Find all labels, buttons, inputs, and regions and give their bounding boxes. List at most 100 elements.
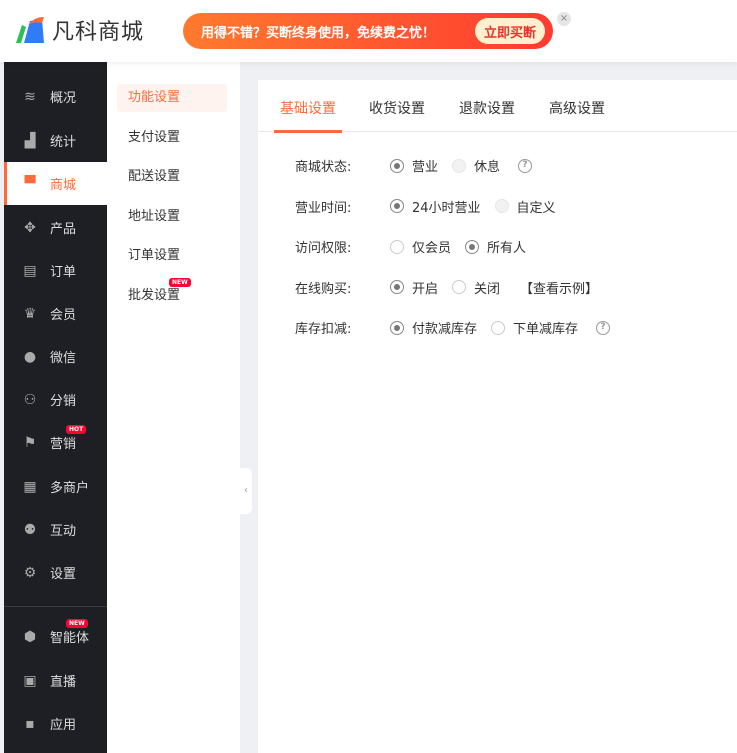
- radio-option[interactable]: 开启: [390, 278, 438, 297]
- sidebar-item-label: 智能体: [50, 631, 90, 646]
- users-icon: ⚇: [23, 391, 37, 408]
- radio-label: 营业: [412, 160, 439, 175]
- sidebar-item[interactable]: ⚇ 分销: [4, 378, 107, 421]
- sidebar-divider: [4, 606, 107, 607]
- radio-label: 开启: [412, 281, 439, 297]
- form-label: 营业时间:: [295, 200, 352, 216]
- view-example-link[interactable]: 【查看示例】: [520, 278, 598, 297]
- radio-button[interactable]: [465, 239, 480, 254]
- sidebar-item-label: 多商户: [50, 481, 90, 496]
- submenu-item[interactable]: 地址设置: [117, 203, 227, 231]
- top-bar: 凡科商城 用得不错？买断终身使用，免续费之忧！ 立即买断 ×: [0, 0, 737, 62]
- sidebar-item[interactable]: ⬢ 智能体 NEW: [4, 615, 107, 658]
- submenu-item[interactable]: 配送设置: [117, 163, 227, 191]
- radio-button[interactable]: [452, 280, 467, 294]
- radio-option[interactable]: 仅会员: [390, 237, 451, 256]
- sidebar-item[interactable]: ✥ 产品: [4, 206, 107, 249]
- radio-option[interactable]: 所有人: [465, 237, 526, 256]
- sidebar-item-label: 会员: [50, 308, 77, 323]
- cube-icon: ⬢: [23, 628, 37, 645]
- radio-option[interactable]: 关闭: [452, 278, 500, 297]
- badge-new: NEW: [169, 277, 191, 287]
- sidebar-item[interactable]: ● 微信: [4, 335, 107, 378]
- radio-label: 关闭: [474, 281, 501, 297]
- radio-button[interactable]: [390, 158, 404, 173]
- sidebar-item-label: 统计: [50, 135, 77, 150]
- sidebar-item-label: 互动: [50, 524, 77, 539]
- sidebar-item[interactable]: ▦ 多商户: [4, 465, 107, 508]
- submenu-item[interactable]: 批发设置 NEW: [117, 277, 227, 310]
- radio-button[interactable]: [491, 320, 506, 335]
- sidebar-item[interactable]: ⚙ 设置: [4, 551, 107, 594]
- submenu-item-label: 支付设置: [128, 129, 181, 145]
- submenu-item-label: 配送设置: [128, 169, 181, 184]
- radio-button[interactable]: [390, 199, 404, 213]
- tab[interactable]: 高级设置: [549, 98, 605, 118]
- radio-button[interactable]: [390, 239, 404, 254]
- tab[interactable]: 收货设置: [369, 98, 425, 118]
- submenu: 功能设置支付设置配送设置地址设置订单设置批发设置 NEW: [107, 62, 240, 753]
- sidebar-item[interactable]: ▀ 商城: [4, 162, 107, 205]
- sidebar-item-label: 直播: [50, 675, 77, 690]
- form-label: 库存扣减:: [295, 322, 352, 337]
- promo-banner[interactable]: 用得不错？买断终身使用，免续费之忧！ 立即买断: [183, 13, 553, 49]
- clipboard-icon: ▤: [23, 262, 37, 279]
- submenu-item-label: 功能设置: [128, 90, 181, 105]
- people-icon: ⚉: [23, 521, 37, 538]
- tabs: 基础设置 收货设置 退款设置 高级设置: [258, 80, 737, 133]
- sidebar-item[interactable]: ▪ 应用: [4, 702, 107, 745]
- sidebar-item-label: 营销: [50, 437, 77, 452]
- sidebar-item-label: 商城: [50, 178, 77, 193]
- grid-icon: ✥: [24, 219, 36, 236]
- radio-option[interactable]: 24小时营业: [390, 197, 481, 216]
- sidebar-item[interactable]: ≋ 概况: [4, 75, 107, 118]
- radio-label: 下单减库存: [513, 322, 579, 337]
- store-icon: ▦: [23, 478, 37, 495]
- radio-label: 所有人: [487, 241, 527, 256]
- radio-label: 仅会员: [412, 241, 452, 256]
- sidebar-item[interactable]: ⚉ 互动: [4, 508, 107, 551]
- badge-new: NEW: [66, 619, 88, 628]
- help-icon[interactable]: ?: [596, 320, 611, 335]
- radio-label: 付款减库存: [412, 322, 478, 337]
- radio-label: 自定义: [516, 200, 556, 216]
- help-icon[interactable]: ?: [518, 158, 533, 173]
- radio-option[interactable]: 自定义: [494, 197, 556, 216]
- sidebar-item[interactable]: ▣ 直播: [4, 659, 107, 702]
- sidebar: ≋ 概况 ▟ 统计 ▀ 商城 ✥ 产品 ▤ 订单 ♛ 会员 ● 微信 ⚇ 分销 ⚑ 营销 HOT ▦ 多商户 ⚉ 互动 ⚙ 设置…: [4, 62, 107, 753]
- radio-button[interactable]: [390, 320, 404, 335]
- buy-now-button[interactable]: 立即买断: [475, 18, 545, 44]
- sidebar-item[interactable]: ♛ 会员: [4, 292, 107, 335]
- banner-text: 用得不错？买断终身使用，免续费之忧！: [201, 25, 436, 41]
- logo[interactable]: 凡科商城: [14, 14, 144, 46]
- form-label: 在线购买:: [295, 281, 352, 297]
- radio-button[interactable]: [390, 280, 404, 294]
- submenu-item[interactable]: 功能设置: [117, 84, 227, 112]
- sidebar-item[interactable]: ▤ 订单: [4, 249, 107, 292]
- sidebar-item[interactable]: ▟ 统计: [4, 119, 107, 162]
- radio-button[interactable]: [494, 199, 509, 213]
- submenu-item[interactable]: 订单设置: [117, 242, 227, 270]
- form-row: 在线购买: 开启 关闭 【查看示例】: [295, 278, 598, 297]
- sidebar-item-label: 概况: [50, 91, 77, 106]
- layers-icon: ≋: [24, 88, 36, 105]
- tab[interactable]: 退款设置: [459, 98, 515, 118]
- radio-option[interactable]: 付款减库存: [390, 318, 477, 337]
- sidebar-item-label: 应用: [50, 718, 77, 733]
- submenu-item[interactable]: 支付设置: [117, 124, 227, 152]
- close-banner-icon[interactable]: ×: [557, 12, 571, 26]
- logo-text: 凡科商城: [52, 20, 145, 45]
- collapse-sidebar-button[interactable]: ‹: [240, 468, 252, 514]
- radio-option[interactable]: 休息: [452, 156, 500, 175]
- crown-icon: ♛: [23, 305, 37, 322]
- sidebar-item[interactable]: ⚑ 营销 HOT: [4, 421, 107, 464]
- radio-button[interactable]: [452, 158, 467, 173]
- radio-option[interactable]: 下单减库存: [491, 318, 578, 337]
- radio-label: 24小时营业: [412, 200, 481, 216]
- form-row: 营业时间: 24小时营业 自定义: [295, 197, 570, 216]
- shop-bag-icon: ▀: [24, 175, 36, 192]
- chart-icon: ▟: [24, 132, 36, 149]
- radio-option[interactable]: 营业: [390, 156, 438, 175]
- form-row: 商城状态: 营业 休息?: [295, 156, 533, 175]
- tab[interactable]: 基础设置: [274, 98, 342, 133]
